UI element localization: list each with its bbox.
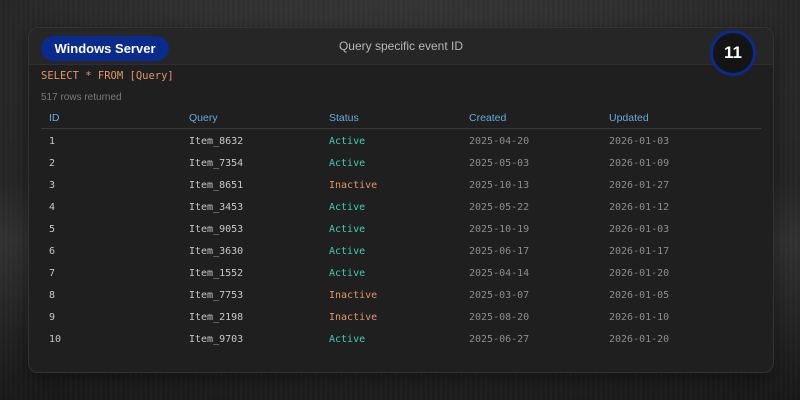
cell-updated: 2026-01-20 bbox=[609, 334, 670, 345]
cell-query: Item_8651 bbox=[189, 180, 244, 191]
cell-id: 7 bbox=[49, 268, 56, 279]
cell-created: 2025-04-14 bbox=[469, 268, 530, 279]
cell-id: 5 bbox=[49, 224, 56, 235]
cell-query: Item_9703 bbox=[189, 334, 244, 345]
cell-status: Active bbox=[329, 268, 366, 279]
cell-created: 2025-06-17 bbox=[469, 246, 530, 257]
cell-updated: 2026-01-10 bbox=[609, 312, 670, 323]
column-header-query[interactable]: Query bbox=[189, 112, 218, 124]
cell-created: 2025-05-22 bbox=[469, 202, 530, 213]
table-header-row: ID Query Status Created Updated bbox=[41, 108, 761, 129]
cell-query: Item_8632 bbox=[189, 136, 244, 147]
table-row[interactable]: 6 Item_3630 Active 2025-06-17 2026-01-17 bbox=[41, 239, 761, 261]
cell-status: Active bbox=[329, 246, 366, 257]
rows-returned-text: 517 rows returned bbox=[41, 92, 122, 103]
panel-title: Query specific event ID bbox=[338, 39, 464, 53]
table-row[interactable]: 10 Item_9703 Active 2025-06-27 2026-01-20 bbox=[41, 327, 761, 349]
count-badge: 11 bbox=[710, 30, 756, 76]
cell-updated: 2026-01-12 bbox=[609, 202, 670, 213]
results-table: ID Query Status Created Updated 1 Item_86… bbox=[41, 108, 761, 349]
table-row[interactable]: 9 Item_2198 Inactive 2025-08-20 2026-01-10 bbox=[41, 305, 761, 327]
cell-updated: 2026-01-17 bbox=[609, 246, 670, 257]
cell-updated: 2026-01-09 bbox=[609, 158, 670, 169]
cell-updated: 2026-01-27 bbox=[609, 180, 670, 191]
cell-query: Item_3453 bbox=[189, 202, 244, 213]
table-row[interactable]: 8 Item_7753 Inactive 2025-03-07 2026-01-05 bbox=[41, 283, 761, 305]
cell-status: Active bbox=[329, 334, 366, 345]
cell-status: Active bbox=[329, 224, 366, 235]
cell-created: 2025-10-19 bbox=[469, 224, 530, 235]
cell-query: Item_2198 bbox=[189, 312, 244, 323]
cell-status: Active bbox=[329, 158, 366, 169]
sql-query-text: SELECT * FROM [Query] bbox=[41, 70, 174, 82]
table-row[interactable]: 5 Item_9053 Active 2025-10-19 2026-01-03 bbox=[41, 217, 761, 239]
cell-query: Item_1552 bbox=[189, 268, 244, 279]
table-row[interactable]: 1 Item_8632 Active 2025-04-20 2026-01-03 bbox=[41, 129, 761, 151]
cell-updated: 2026-01-20 bbox=[609, 268, 670, 279]
cell-status: Active bbox=[329, 202, 366, 213]
cell-updated: 2026-01-05 bbox=[609, 290, 670, 301]
cell-query: Item_7753 bbox=[189, 290, 244, 301]
column-header-updated[interactable]: Updated bbox=[609, 112, 649, 124]
query-results-panel: Windows Server Query specific event ID 1… bbox=[28, 27, 774, 373]
table-row[interactable]: 3 Item_8651 Inactive 2025-10-13 2026-01-27 bbox=[41, 173, 761, 195]
cell-id: 9 bbox=[49, 312, 56, 323]
table-row[interactable]: 4 Item_3453 Active 2025-05-22 2026-01-12 bbox=[41, 195, 761, 217]
column-header-id[interactable]: ID bbox=[49, 112, 60, 124]
cell-id: 3 bbox=[49, 180, 56, 191]
cell-id: 1 bbox=[49, 136, 56, 147]
panel-header: Windows Server Query specific event ID bbox=[29, 28, 773, 65]
cell-updated: 2026-01-03 bbox=[609, 224, 670, 235]
cell-created: 2025-06-27 bbox=[469, 334, 530, 345]
cell-created: 2025-03-07 bbox=[469, 290, 530, 301]
column-header-status[interactable]: Status bbox=[329, 112, 359, 124]
cell-status: Inactive bbox=[329, 290, 378, 301]
table-body: 1 Item_8632 Active 2025-04-20 2026-01-03 2 Ite… bbox=[41, 129, 761, 349]
cell-id: 4 bbox=[49, 202, 56, 213]
cell-id: 8 bbox=[49, 290, 56, 301]
cell-status: Inactive bbox=[329, 180, 378, 191]
cell-created: 2025-10-13 bbox=[469, 180, 530, 191]
cell-query: Item_9053 bbox=[189, 224, 244, 235]
cell-created: 2025-04-20 bbox=[469, 136, 530, 147]
cell-status: Active bbox=[329, 136, 366, 147]
cell-id: 10 bbox=[49, 334, 62, 345]
cell-query: Item_3630 bbox=[189, 246, 244, 257]
cell-status: Inactive bbox=[329, 312, 378, 323]
cell-id: 2 bbox=[49, 158, 56, 169]
table-row[interactable]: 2 Item_7354 Active 2025-05-03 2026-01-09 bbox=[41, 151, 761, 173]
cell-query: Item_7354 bbox=[189, 158, 244, 169]
cell-updated: 2026-01-03 bbox=[609, 136, 670, 147]
cell-created: 2025-08-20 bbox=[469, 312, 530, 323]
column-header-created[interactable]: Created bbox=[469, 112, 506, 124]
cell-created: 2025-05-03 bbox=[469, 158, 530, 169]
table-row[interactable]: 7 Item_1552 Active 2025-04-14 2026-01-20 bbox=[41, 261, 761, 283]
cell-id: 6 bbox=[49, 246, 56, 257]
